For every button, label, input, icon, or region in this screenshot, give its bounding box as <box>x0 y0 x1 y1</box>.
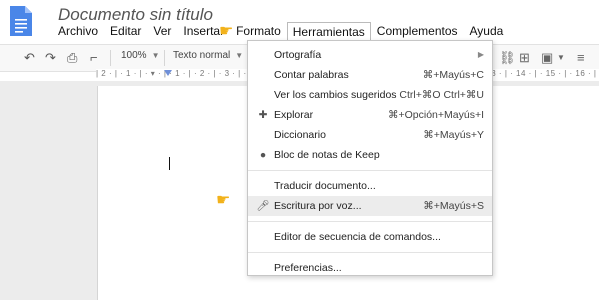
menu-item-label: Diccionario <box>274 129 326 141</box>
chevron-down-icon: ▼ <box>235 51 244 60</box>
menu-item-label: Bloc de notas de Keep <box>274 149 380 161</box>
redo-icon[interactable]: ↷ <box>45 50 56 66</box>
menu-item-ortografia[interactable]: Ortografía ▶ <box>248 45 492 65</box>
menu-item-label: Ver los cambios sugeridos <box>274 89 397 101</box>
docs-logo-icon[interactable] <box>10 6 32 36</box>
menu-ayuda[interactable]: Ayuda <box>464 22 510 40</box>
menu-item-diccionario[interactable]: Diccionario ⌘+Mayús+Y <box>248 125 492 145</box>
style-value: Texto normal <box>173 50 231 61</box>
menu-archivo[interactable]: Archivo <box>52 22 104 40</box>
menu-bar: Archivo Editar Ver Insertar Formato Herr… <box>52 21 509 41</box>
chevron-down-icon[interactable]: ▼ <box>557 53 565 62</box>
link-icon[interactable]: ⛓ <box>499 50 516 66</box>
toolbar-divider <box>164 50 165 66</box>
pointing-hand-icon: ☛ <box>219 23 234 40</box>
print-icon[interactable]: ⎙ <box>67 50 77 66</box>
menu-item-label: Ortografía <box>274 49 322 61</box>
menu-item-keep[interactable]: ● Bloc de notas de Keep <box>248 145 492 165</box>
undo-icon[interactable]: ↶ <box>24 50 35 66</box>
menu-divider <box>248 252 492 253</box>
menu-item-traducir[interactable]: Traducir documento... <box>248 176 492 196</box>
microphone-icon: 🎤︎ <box>256 200 270 212</box>
menu-divider <box>248 221 492 222</box>
menu-item-contar-palabras[interactable]: Contar palabras ⌘+Mayús+C <box>248 65 492 85</box>
style-select[interactable]: Texto normal ▼ <box>173 50 243 61</box>
tools-menu: Ortografía ▶ Contar palabras ⌘+Mayús+C V… <box>247 40 493 276</box>
menu-item-label: Preferencias... <box>274 262 342 274</box>
menu-item-label: Editor de secuencia de comandos... <box>274 231 441 243</box>
align-left-icon[interactable]: ≡ <box>577 50 585 65</box>
toolbar-divider <box>110 50 111 66</box>
text-cursor <box>169 157 170 170</box>
menu-divider <box>248 170 492 171</box>
add-comment-icon[interactable]: ⊞ <box>519 50 530 66</box>
menu-item-label: Contar palabras <box>274 69 349 81</box>
explore-icon: ✚ <box>258 109 268 121</box>
menu-item-label: Explorar <box>274 109 314 121</box>
menu-item-shortcut: ⌘+Mayús+C <box>422 69 484 81</box>
menu-complementos[interactable]: Complementos <box>371 22 464 40</box>
menu-item-shortcut: Ctrl+⌘O Ctrl+⌘U <box>399 89 484 101</box>
indent-marker-icon[interactable] <box>164 70 172 76</box>
menu-item-preferencias[interactable]: Preferencias... <box>248 258 492 278</box>
menu-item-cambios-sugeridos[interactable]: Ver los cambios sugeridos Ctrl+⌘O Ctrl+⌘… <box>248 85 492 105</box>
menu-item-script-editor[interactable]: Editor de secuencia de comandos... <box>248 227 492 247</box>
paint-format-icon[interactable]: ⌐ <box>90 50 98 65</box>
menu-editar[interactable]: Editar <box>104 22 147 40</box>
menu-ver[interactable]: Ver <box>147 22 177 40</box>
menu-item-shortcut: ⌘+Mayús+S <box>423 200 484 212</box>
submenu-arrow-icon: ▶ <box>477 50 484 59</box>
menu-item-escritura-voz[interactable]: 🎤︎ Escritura por voz... ⌘+Mayús+S <box>248 196 492 216</box>
menu-formato[interactable]: Formato <box>230 22 287 40</box>
chevron-down-icon: ▼ <box>151 51 160 60</box>
menu-herramientas[interactable]: Herramientas <box>286 21 371 41</box>
menu-item-label: Traducir documento... <box>274 180 376 192</box>
menu-item-label: Escritura por voz... <box>274 200 362 212</box>
menu-item-shortcut: ⌘+Opción+Mayús+I <box>387 109 484 121</box>
pointing-hand-icon: ☛ <box>216 192 231 209</box>
zoom-value: 100% <box>121 50 147 61</box>
menu-item-explorar[interactable]: ✚ Explorar ⌘+Opción+Mayús+I <box>248 105 492 125</box>
image-icon[interactable]: ▣ <box>541 50 553 66</box>
keep-bulb-icon: ● <box>259 149 267 161</box>
menu-item-shortcut: ⌘+Mayús+Y <box>423 129 484 141</box>
zoom-select[interactable]: 100% ▼ <box>121 50 160 61</box>
